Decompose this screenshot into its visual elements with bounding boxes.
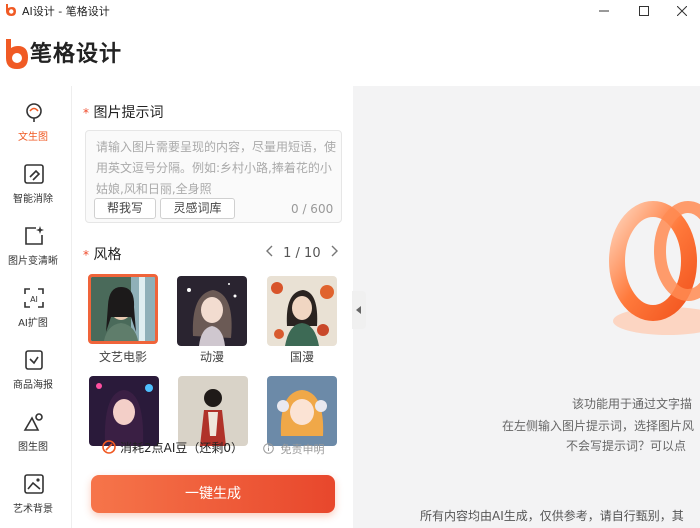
nav-label-art-background: 艺术背景 bbox=[13, 504, 53, 515]
style-preview-image bbox=[91, 277, 155, 341]
style-label-literary-film: 文艺电影 bbox=[98, 350, 147, 364]
ai-expand-icon: AI bbox=[24, 288, 44, 308]
minimize-icon bbox=[599, 10, 609, 12]
nav-label-ai-expand: AI扩图 bbox=[18, 318, 48, 329]
coin-icon bbox=[102, 440, 116, 454]
next-page-button[interactable] bbox=[329, 245, 339, 261]
close-icon bbox=[677, 6, 687, 16]
nav-item-enhance[interactable]: 图片变清晰 bbox=[0, 216, 72, 272]
page-indicator: 1 / 10 bbox=[283, 245, 321, 261]
nav-label-text-to-image: 文生图 bbox=[18, 132, 48, 143]
prompt-placeholder: 请输入图片需要呈现的内容，尽量用短语，使用英文逗号分隔。例如:乡村小路,捧着花的… bbox=[96, 140, 337, 196]
nav-item-ai-expand[interactable]: AI AI扩图 bbox=[0, 278, 72, 334]
style-preview-image bbox=[267, 376, 337, 446]
eraser-icon bbox=[24, 164, 44, 184]
help-write-button[interactable]: 帮我写 bbox=[94, 198, 156, 219]
style-label-anime: 动漫 bbox=[199, 350, 224, 364]
poster-icon bbox=[25, 350, 43, 370]
preview-area: 该功能用于通过文字描 在左侧输入图片提示词，选择图片风 不会写提示词？可以点 所… bbox=[353, 86, 700, 528]
sparkle-image-icon bbox=[25, 226, 44, 245]
brain-bulb-icon bbox=[26, 103, 42, 122]
cost-text: 消耗2点AI豆（还剩0） bbox=[120, 441, 244, 455]
prev-page-button[interactable] bbox=[265, 245, 275, 261]
style-preview-image bbox=[267, 276, 337, 346]
chevron-right-icon bbox=[331, 245, 338, 257]
style-preview-image bbox=[177, 276, 247, 346]
prompt-section-title: * 图片提示词 bbox=[83, 102, 163, 122]
brand-logo-icon bbox=[6, 39, 28, 69]
nav-item-image-to-image[interactable]: 图生图 bbox=[0, 402, 72, 458]
nav-label-image-to-image: 图生图 bbox=[18, 442, 48, 453]
chevron-left-icon bbox=[266, 245, 273, 257]
style-label-guoman: 国漫 bbox=[289, 350, 314, 364]
settings-panel: * 图片提示词 请输入图片需要呈现的内容，尽量用短语，使用英文逗号分隔。例如:乡… bbox=[72, 86, 353, 528]
nav-label-smart-erase: 智能消除 bbox=[13, 194, 53, 205]
nav-item-text-to-image[interactable]: 文生图 bbox=[0, 92, 72, 148]
prompt-title: 图片提示词 bbox=[93, 105, 164, 121]
info-icon bbox=[263, 443, 274, 454]
style-thumb-literary-film[interactable] bbox=[88, 274, 158, 344]
nav-item-product-poster[interactable]: 商品海报 bbox=[0, 340, 72, 396]
disclaimer-link[interactable]: 免责申明 bbox=[263, 441, 325, 457]
inspiration-library-button[interactable]: 灵感词库 bbox=[160, 198, 235, 219]
ai-disclaimer-footer: 所有内容均由AI生成，仅供参考，请自行甄别，其 bbox=[420, 509, 684, 523]
hint-line-1: 该功能用于通过文字描 bbox=[572, 397, 693, 411]
art-background-icon bbox=[24, 474, 44, 494]
style-thumb-guoman[interactable] bbox=[267, 276, 337, 346]
hint-line-3: 不会写提示词？可以点 bbox=[566, 439, 687, 453]
title-bar: AI设计 - 笔格设计 bbox=[0, 0, 700, 22]
required-mark: * bbox=[83, 248, 89, 262]
style-thumb-anime[interactable] bbox=[177, 276, 247, 346]
style-preview-image bbox=[89, 376, 159, 446]
nav-label-product-poster: 商品海报 bbox=[13, 380, 53, 391]
nav-label-enhance: 图片变清晰 bbox=[8, 256, 58, 267]
nav-item-art-background[interactable]: 艺术背景 bbox=[0, 464, 72, 520]
style-thumb-4[interactable] bbox=[89, 376, 159, 446]
style-thumb-6[interactable] bbox=[267, 376, 337, 446]
collapse-panel-button[interactable] bbox=[352, 291, 366, 329]
close-button[interactable] bbox=[659, 0, 700, 22]
style-title: 风格 bbox=[93, 247, 122, 263]
svg-text:AI: AI bbox=[30, 295, 38, 304]
decorative-3d-graphic bbox=[609, 201, 700, 335]
required-mark: * bbox=[83, 106, 89, 120]
style-section-title: * 风格 bbox=[83, 244, 121, 264]
window-title: AI设计 - 笔格设计 bbox=[22, 5, 110, 18]
generate-button[interactable]: 一键生成 bbox=[91, 475, 335, 513]
style-thumb-5[interactable] bbox=[178, 376, 248, 446]
hint-line-2: 在左侧输入图片提示词，选择图片风 bbox=[502, 419, 695, 433]
app-logo-icon bbox=[6, 4, 16, 16]
char-counter: 0 / 600 bbox=[291, 202, 334, 216]
caret-left-icon bbox=[356, 306, 361, 314]
nav-item-smart-erase[interactable]: 智能消除 bbox=[0, 154, 72, 210]
style-pager: 1 / 10 bbox=[265, 245, 339, 261]
brand-header: 笔格设计 bbox=[0, 22, 700, 86]
style-preview-image bbox=[178, 376, 248, 446]
brand-name: 笔格设计 bbox=[30, 42, 123, 67]
maximize-icon bbox=[639, 6, 649, 16]
disclaimer-label: 免责申明 bbox=[280, 443, 325, 456]
left-nav: 文生图 智能消除 图片变清晰 AI AI扩图 商品海报 图生图 艺术背景 bbox=[0, 86, 72, 528]
image-to-image-icon bbox=[23, 413, 43, 431]
